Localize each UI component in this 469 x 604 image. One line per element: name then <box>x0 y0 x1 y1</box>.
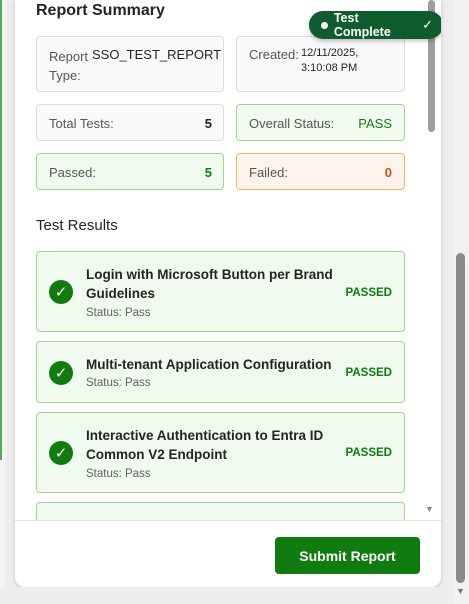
created-time: 3:10:08 PM <box>301 62 358 74</box>
report-scroll-area[interactable]: Report Summary Report Type: SSO_TEST_REP… <box>15 0 441 520</box>
passed-box: Passed: 5 <box>36 153 224 190</box>
test-complete-toast: Test Complete ✓ <box>309 11 441 39</box>
report-summary-title: Report Summary <box>36 2 165 19</box>
created-box: Created: 12/11/2025, 3:10:08 PM <box>236 36 405 92</box>
total-tests-box: Total Tests: 5 <box>36 104 224 141</box>
status-dot-icon <box>321 21 328 29</box>
total-tests-value: 5 <box>204 116 212 131</box>
test-result-badge: PASSED <box>345 367 392 379</box>
page-scrollbar-thumb[interactable] <box>456 253 465 583</box>
failed-box: Failed: 0 <box>236 153 405 190</box>
overall-status-value: PASS <box>358 116 392 131</box>
report-type-label: Report Type: <box>49 49 89 83</box>
test-result-card[interactable]: ✓ Interactive Authentication to Entra ID… <box>36 412 405 493</box>
check-icon: ✓ <box>49 280 73 304</box>
passed-label: Passed: <box>49 165 96 180</box>
test-results-title: Test Results <box>36 217 118 234</box>
left-edge <box>0 0 5 604</box>
failed-label: Failed: <box>249 165 289 180</box>
test-result-badge: PASSED <box>345 447 392 459</box>
test-result-status: Status: Pass <box>86 377 151 389</box>
left-accent-line <box>0 0 2 460</box>
test-result-card[interactable] <box>36 502 405 520</box>
test-result-title: Interactive Authentication to Entra ID C… <box>86 428 324 462</box>
test-result-status: Status: Pass <box>86 468 151 480</box>
test-result-badge: PASSED <box>345 287 392 299</box>
test-result-title: Login with Microsoft Button per Brand Gu… <box>86 267 333 301</box>
check-icon: ✓ <box>49 441 73 465</box>
overall-status-label: Overall Status: <box>249 116 335 131</box>
scroll-down-arrow-icon[interactable]: ▼ <box>456 586 465 596</box>
test-result-title: Multi-tenant Application Configuration <box>86 357 332 372</box>
created-date: 12/11/2025, <box>301 47 359 59</box>
passed-value: 5 <box>204 165 212 180</box>
report-panel: Report Summary Report Type: SSO_TEST_REP… <box>15 0 441 587</box>
check-icon: ✓ <box>49 361 73 385</box>
bottom-strip <box>0 587 453 604</box>
toast-text: Test Complete <box>333 11 391 39</box>
report-type-box: Report Type: SSO_TEST_REPORT <box>36 36 224 92</box>
test-result-card[interactable]: ✓ Multi-tenant Application Configuration… <box>36 341 405 403</box>
report-type-value: SSO_TEST_REPORT <box>92 47 222 62</box>
overall-status-box: Overall Status: PASS <box>236 104 405 141</box>
panel-footer: Submit Report <box>15 520 441 587</box>
test-result-card[interactable]: ✓ Login with Microsoft Button per Brand … <box>36 251 405 332</box>
test-result-status: Status: Pass <box>86 307 151 319</box>
check-icon: ✓ <box>422 17 433 32</box>
created-label: Created: <box>249 47 299 62</box>
submit-report-button[interactable]: Submit Report <box>275 537 420 574</box>
scroll-down-arrow-icon[interactable]: ▼ <box>425 504 434 514</box>
failed-value: 0 <box>384 165 392 180</box>
total-tests-label: Total Tests: <box>49 116 114 131</box>
